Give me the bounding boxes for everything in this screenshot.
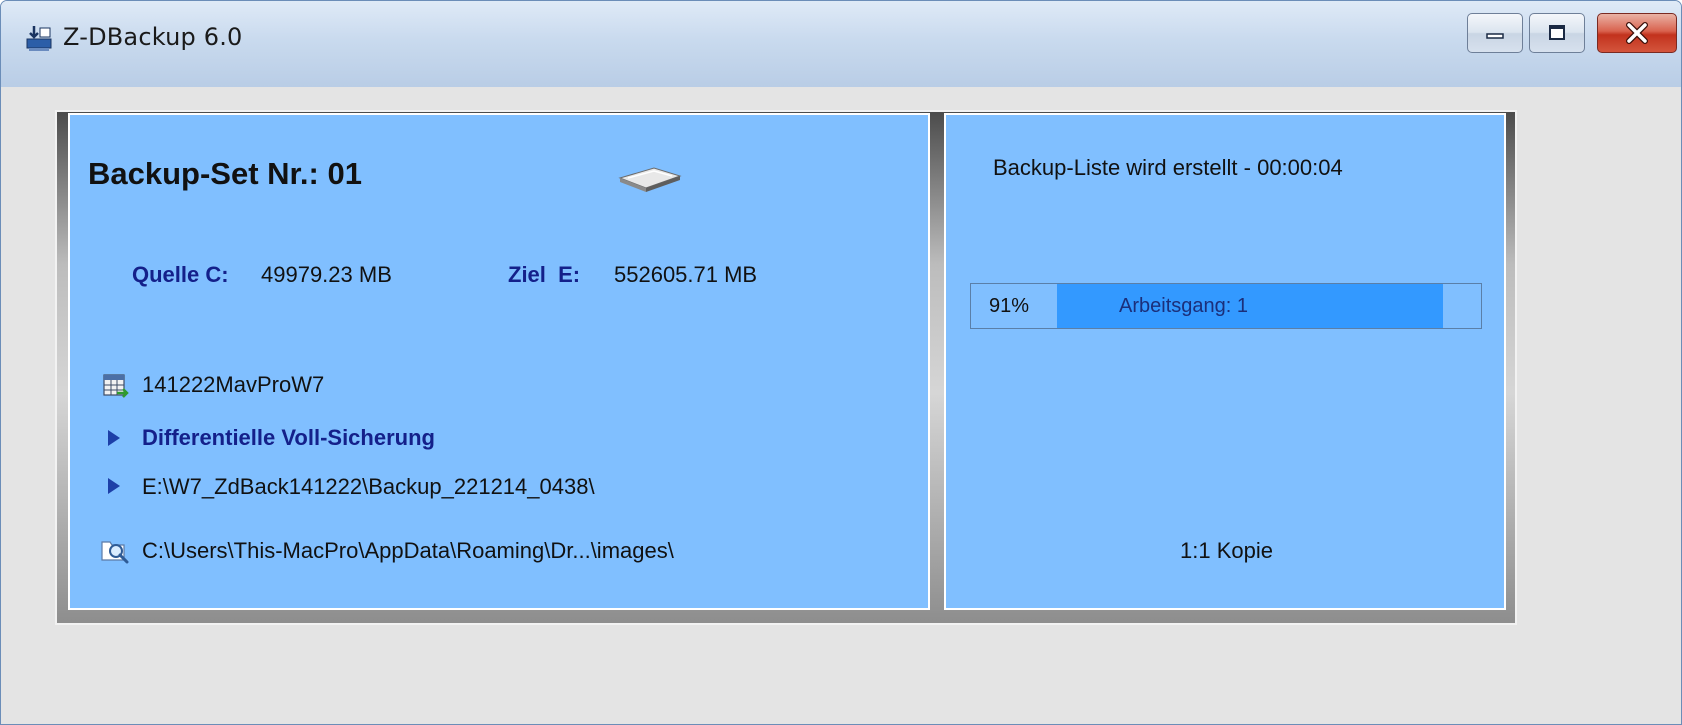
- profile-name: 141222MavProW7: [142, 372, 325, 397]
- arrow-right-icon: [108, 478, 120, 494]
- progress-label: Arbeitsgang: 1: [1119, 295, 1248, 317]
- hard-drive-icon: [618, 167, 682, 192]
- search-folder-icon: [101, 541, 129, 564]
- progress-panel: [944, 113, 1506, 610]
- maximize-button[interactable]: [1529, 13, 1585, 53]
- app-icon: [26, 26, 52, 51]
- minimize-button[interactable]: [1467, 13, 1523, 53]
- copy-mode: 1:1 Kopie: [1180, 538, 1273, 563]
- minimize-icon: [1486, 33, 1504, 39]
- progress-fill: [1057, 284, 1443, 328]
- current-scan-path: C:\Users\This-MacPro\AppData\Roaming\Dr.…: [142, 538, 674, 563]
- table-icon: [103, 374, 129, 398]
- backup-set-title: Backup-Set Nr.: 01: [88, 156, 362, 191]
- close-button[interactable]: [1597, 13, 1677, 53]
- title-bar[interactable]: Z-DBackup 6.0: [1, 1, 1681, 87]
- target-label: Ziel E:: [508, 262, 581, 287]
- target-size: 552605.71 MB: [614, 262, 758, 287]
- maximize-icon: [1549, 25, 1565, 40]
- backup-mode: Differentielle Voll-Sicherung: [142, 425, 435, 450]
- progress-percent: 91%: [989, 295, 1030, 317]
- window-title: Z-DBackup 6.0: [63, 23, 243, 51]
- close-icon: [1626, 22, 1648, 44]
- progress-bar: 91% Arbeitsgang: 1: [970, 283, 1482, 329]
- source-size: 49979.23 MB: [261, 262, 392, 287]
- status-message: Backup-Liste wird erstellt - 00:00:04: [993, 155, 1343, 180]
- source-label: Quelle C:: [132, 262, 229, 287]
- destination-path: E:\W7_ZdBack141222\Backup_221214_0438\: [142, 474, 595, 499]
- arrow-right-icon: [108, 430, 120, 446]
